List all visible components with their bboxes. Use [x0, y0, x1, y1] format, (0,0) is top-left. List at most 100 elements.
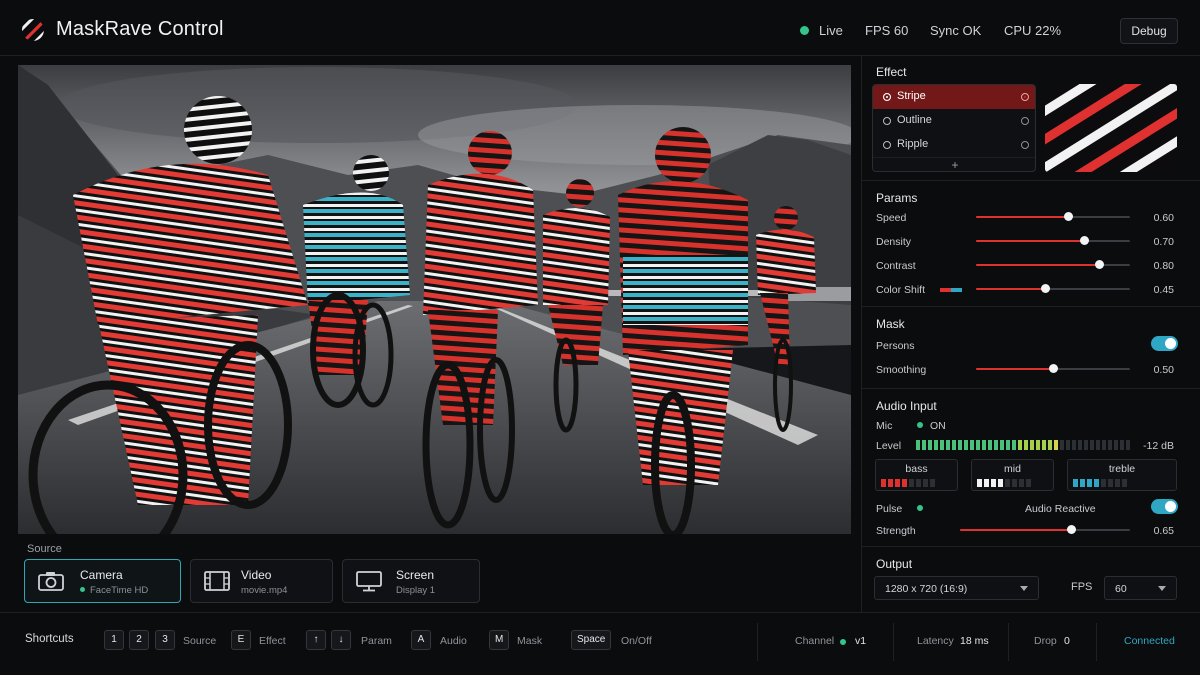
audio-reactive-toggle[interactable]: [1151, 499, 1178, 514]
audio-level-meter: [916, 440, 1136, 450]
contrast-slider[interactable]: [976, 259, 1130, 271]
slider-handle[interactable]: [1041, 284, 1051, 293]
level-meter-bar: [1000, 440, 1004, 450]
effect-item-stripe[interactable]: Stripe: [873, 85, 1035, 109]
resolution-select[interactable]: 1280 x 720 (16:9): [874, 576, 1039, 600]
drop-value: 0: [1064, 635, 1070, 647]
level-meter-bar: [1024, 440, 1028, 450]
footer-divider: [1096, 623, 1097, 661]
band-meter-bar: [1115, 479, 1120, 487]
key-3: 3: [155, 630, 175, 650]
level-meter-bar: [1102, 440, 1106, 450]
live-label: Live: [819, 23, 843, 38]
level-meter-bar: [1036, 440, 1040, 450]
debug-button[interactable]: Debug: [1120, 18, 1178, 44]
param-value-contrast: 0.80: [1153, 260, 1174, 272]
band-meter-bar: [991, 479, 996, 487]
live-status: Live: [800, 23, 843, 38]
param-value-color-shift: 0.45: [1153, 284, 1174, 296]
band-meter-bar: [984, 479, 989, 487]
slider-handle[interactable]: [1049, 364, 1058, 373]
effect-item-ripple[interactable]: Ripple: [873, 133, 1035, 157]
record-icon: [1021, 141, 1029, 149]
pulse-label: Pulse: [876, 503, 903, 515]
band-meter-bar: [1019, 479, 1024, 487]
level-meter-bar: [1060, 440, 1064, 450]
level-meter-bar: [1090, 440, 1094, 450]
level-meter-bar: [970, 440, 974, 450]
level-db-value: -12 dB: [1143, 440, 1174, 452]
key-2: 2: [129, 630, 149, 650]
source-video-file: movie.mp4: [241, 585, 288, 596]
level-meter-bar: [922, 440, 926, 450]
slider-handle[interactable]: [1079, 236, 1089, 245]
band-label: treble: [1108, 463, 1136, 475]
band-meter-bar: [888, 479, 893, 487]
speed-slider[interactable]: [976, 211, 1130, 223]
key-space: Space: [571, 630, 612, 650]
mask-section-title: Mask: [876, 317, 905, 331]
level-meter-bar: [964, 440, 968, 450]
level-meter-bar: [1066, 440, 1070, 450]
band-meter-bar: [909, 479, 914, 487]
slider-handle[interactable]: [1066, 525, 1076, 534]
band-meter-bar: [1101, 479, 1106, 487]
color-shift-slider[interactable]: [976, 283, 1130, 295]
source-camera-card[interactable]: Camera FaceTime HD: [24, 559, 181, 603]
band-meter-bar: [977, 479, 982, 487]
key-arrow-up: ↑: [306, 630, 326, 650]
radio-icon: [883, 117, 891, 125]
key-e: E: [231, 630, 251, 650]
effect-item-label: Stripe: [897, 90, 926, 102]
param-label-contrast: Contrast: [876, 260, 916, 272]
level-meter-bar: [1042, 440, 1046, 450]
treble-band: treble: [1067, 459, 1177, 491]
band-meter-bar: [1012, 479, 1017, 487]
source-video-title: Video: [241, 568, 272, 582]
strength-slider[interactable]: [960, 524, 1130, 536]
mic-label: Mic: [876, 420, 893, 432]
effect-item-outline[interactable]: Outline: [873, 109, 1035, 133]
add-effect-button[interactable]: +: [873, 157, 1035, 171]
channel-label: Channel: [795, 635, 835, 647]
band-meter-bar: [1080, 479, 1085, 487]
density-slider[interactable]: [976, 235, 1130, 247]
level-meter-bar: [1018, 440, 1022, 450]
drop-label: Drop: [1034, 635, 1057, 647]
level-meter-bar: [940, 440, 944, 450]
effect-item-label: Outline: [897, 114, 932, 126]
level-meter-bar: [1096, 440, 1100, 450]
app-title: MaskRave Control: [56, 18, 224, 40]
source-screen-card[interactable]: Screen Display 1: [342, 559, 480, 603]
persons-toggle[interactable]: [1151, 336, 1178, 351]
video-frame: [18, 65, 851, 534]
radio-icon: [883, 141, 891, 149]
slider-fill: [960, 529, 1071, 531]
swatch-red: [940, 288, 951, 292]
slider-handle[interactable]: [1064, 212, 1074, 221]
status-footer: Shortcuts 1 2 3 Source E Effect ↑ ↓ Para…: [0, 612, 1200, 675]
slider-fill: [976, 264, 1100, 266]
band-meter-bar: [1087, 479, 1092, 487]
level-meter-bar: [946, 440, 950, 450]
mid-band: mid: [971, 459, 1054, 491]
band-meter-bar: [923, 479, 928, 487]
channel-value: v1: [855, 635, 867, 647]
footer-divider: [757, 623, 758, 661]
slider-handle[interactable]: [1095, 260, 1105, 269]
level-meter-bar: [1126, 440, 1130, 450]
footer-divider: [1008, 623, 1009, 661]
smoothing-slider[interactable]: [976, 363, 1130, 375]
source-video-card[interactable]: Video movie.mp4: [190, 559, 333, 603]
band-meter-bar: [1026, 479, 1031, 487]
cpu-status: CPU 22%: [1004, 23, 1062, 38]
level-meter-bar: [1108, 440, 1112, 450]
video-preview[interactable]: [18, 65, 851, 534]
level-meter-bar: [1084, 440, 1088, 450]
level-meter-bar: [982, 440, 986, 450]
fps-select[interactable]: 60: [1104, 576, 1177, 600]
band-meter-bar: [1094, 479, 1099, 487]
band-meter-bar: [998, 479, 1003, 487]
band-meter-bar: [1073, 479, 1078, 487]
shortcut-audio-label: Audio: [440, 635, 467, 647]
